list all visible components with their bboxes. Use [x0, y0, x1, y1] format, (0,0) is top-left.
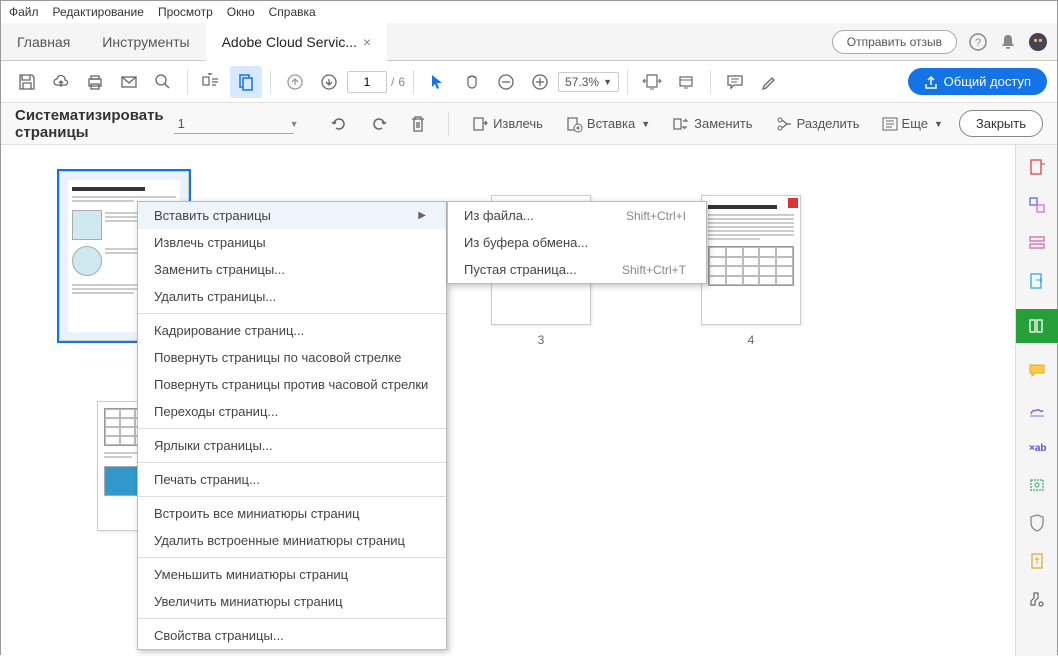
zoom-in-icon[interactable]: [524, 66, 556, 98]
replace-button[interactable]: Заменить: [666, 111, 758, 137]
tab-home[interactable]: Главная: [1, 23, 86, 61]
bell-icon[interactable]: [999, 33, 1017, 51]
ctx-page-properties[interactable]: Свойства страницы...: [138, 622, 446, 649]
svg-text:×ab: ×ab: [1029, 443, 1046, 454]
ctx-replace-pages[interactable]: Заменить страницы...: [138, 256, 446, 283]
ctx-remove-thumbs[interactable]: Удалить встроенные миниатюры страниц: [138, 527, 446, 554]
menu-bar: Файл Редактирование Просмотр Окно Справк…: [1, 1, 1057, 23]
delete-icon[interactable]: [404, 111, 432, 137]
hand-tool-icon[interactable]: [456, 66, 488, 98]
organize-pages-icon[interactable]: [230, 66, 262, 98]
rs-organize-icon[interactable]: [1016, 309, 1058, 343]
ctx-print-pages[interactable]: Печать страниц...: [138, 466, 446, 493]
ctx-delete-pages[interactable]: Удалить страницы...: [138, 283, 446, 310]
extract-button[interactable]: Извлечь: [465, 111, 549, 137]
ctx-reduce-thumbs[interactable]: Уменьшить миниатюры страниц: [138, 561, 446, 588]
insert-button[interactable]: Вставка ▼: [559, 111, 656, 137]
fit-page-icon[interactable]: [670, 66, 702, 98]
pages-tool-icon[interactable]: [196, 66, 228, 98]
mail-icon[interactable]: [113, 66, 145, 98]
page-total: 6: [398, 75, 405, 89]
ctx-transitions[interactable]: Переходы страниц...: [138, 398, 446, 425]
main-toolbar: / 6 57.3% ▼ Общий доступ: [1, 61, 1057, 103]
page-sep: /: [389, 75, 396, 89]
more-button[interactable]: Еще ▼: [876, 112, 949, 135]
sub-from-file[interactable]: Из файла...Shift+Ctrl+I: [448, 202, 706, 229]
rs-export-icon[interactable]: [1027, 271, 1047, 291]
rotate-ccw-icon[interactable]: [324, 111, 354, 137]
sub-blank-page[interactable]: Пустая страница...Shift+Ctrl+T: [448, 256, 706, 283]
ctx-crop-pages[interactable]: Кадрирование страниц...: [138, 317, 446, 344]
thumbnail-canvas[interactable]: 3 4: [1, 145, 1015, 656]
rs-protect-icon[interactable]: [1027, 475, 1047, 495]
tab-close-icon[interactable]: ×: [363, 34, 371, 50]
avatar[interactable]: [1029, 33, 1047, 51]
rs-edit-icon[interactable]: [1027, 233, 1047, 253]
rs-sign-icon[interactable]: [1027, 399, 1047, 419]
page-up-icon[interactable]: [279, 66, 311, 98]
ctx-rotate-ccw[interactable]: Повернуть страницы против часовой стрелк…: [138, 371, 446, 398]
zoom-out-icon[interactable]: [490, 66, 522, 98]
rs-more-tools-icon[interactable]: [1027, 589, 1047, 609]
comment-icon[interactable]: [719, 66, 751, 98]
tab-tools[interactable]: Инструменты: [86, 23, 205, 61]
right-sidebar: ×ab: [1015, 145, 1057, 656]
context-menu: Вставить страницы▶ Извлечь страницы Заме…: [137, 201, 447, 650]
share-button[interactable]: Общий доступ: [908, 68, 1047, 95]
tab-bar: Главная Инструменты Adobe Cloud Servic..…: [1, 23, 1057, 61]
ctx-extract-pages[interactable]: Извлечь страницы: [138, 229, 446, 256]
page-number-input[interactable]: [347, 71, 387, 93]
highlight-icon[interactable]: [753, 66, 785, 98]
select-tool-icon[interactable]: [422, 66, 454, 98]
ctx-enlarge-thumbs[interactable]: Увеличить миниатюры страниц: [138, 588, 446, 615]
help-icon[interactable]: ?: [969, 33, 987, 51]
close-button[interactable]: Закрыть: [959, 110, 1043, 137]
feedback-button[interactable]: Отправить отзыв: [832, 30, 957, 54]
page-thumbnail-4[interactable]: 4: [701, 195, 801, 347]
thumbnail-label: 4: [701, 333, 801, 347]
svg-text:?: ?: [975, 37, 981, 49]
rs-combine-icon[interactable]: [1027, 195, 1047, 215]
tab-document[interactable]: Adobe Cloud Servic... ×: [206, 23, 388, 61]
rs-compress-icon[interactable]: [1027, 551, 1047, 571]
menu-view[interactable]: Просмотр: [158, 5, 213, 19]
cloud-icon[interactable]: [45, 66, 77, 98]
rs-redact-icon[interactable]: ×ab: [1027, 437, 1047, 457]
fit-width-icon[interactable]: [636, 66, 668, 98]
ctx-rotate-cw[interactable]: Повернуть страницы по часовой стрелке: [138, 344, 446, 371]
page-select-dropdown[interactable]: [174, 114, 294, 134]
rs-create-pdf-icon[interactable]: [1027, 157, 1047, 177]
menu-file[interactable]: Файл: [9, 5, 39, 19]
rotate-cw-icon[interactable]: [364, 111, 394, 137]
context-submenu: Из файла...Shift+Ctrl+I Из буфера обмена…: [447, 201, 707, 284]
menu-help[interactable]: Справка: [269, 5, 316, 19]
organize-title: Систематизировать страницы: [15, 107, 164, 141]
rs-comment-icon[interactable]: [1027, 361, 1047, 381]
ctx-embed-thumbs[interactable]: Встроить все миниатюры страниц: [138, 500, 446, 527]
main-area: 3 4: [1, 145, 1057, 656]
menu-edit[interactable]: Редактирование: [53, 5, 144, 19]
organize-toolbar: Систематизировать страницы ▼ Извлечь Вст…: [1, 103, 1057, 145]
ctx-page-labels[interactable]: Ярлыки страницы...: [138, 432, 446, 459]
rs-shield-icon[interactable]: [1027, 513, 1047, 533]
ctx-insert-pages[interactable]: Вставить страницы▶: [138, 202, 446, 229]
split-button[interactable]: Разделить: [769, 111, 866, 137]
save-icon[interactable]: [11, 66, 43, 98]
search-icon[interactable]: [147, 66, 179, 98]
zoom-dropdown[interactable]: 57.3% ▼: [558, 72, 619, 92]
page-down-icon[interactable]: [313, 66, 345, 98]
thumbnail-label: 3: [491, 333, 591, 347]
menu-window[interactable]: Окно: [227, 5, 255, 19]
sub-from-clipboard[interactable]: Из буфера обмена...: [448, 229, 706, 256]
print-icon[interactable]: [79, 66, 111, 98]
